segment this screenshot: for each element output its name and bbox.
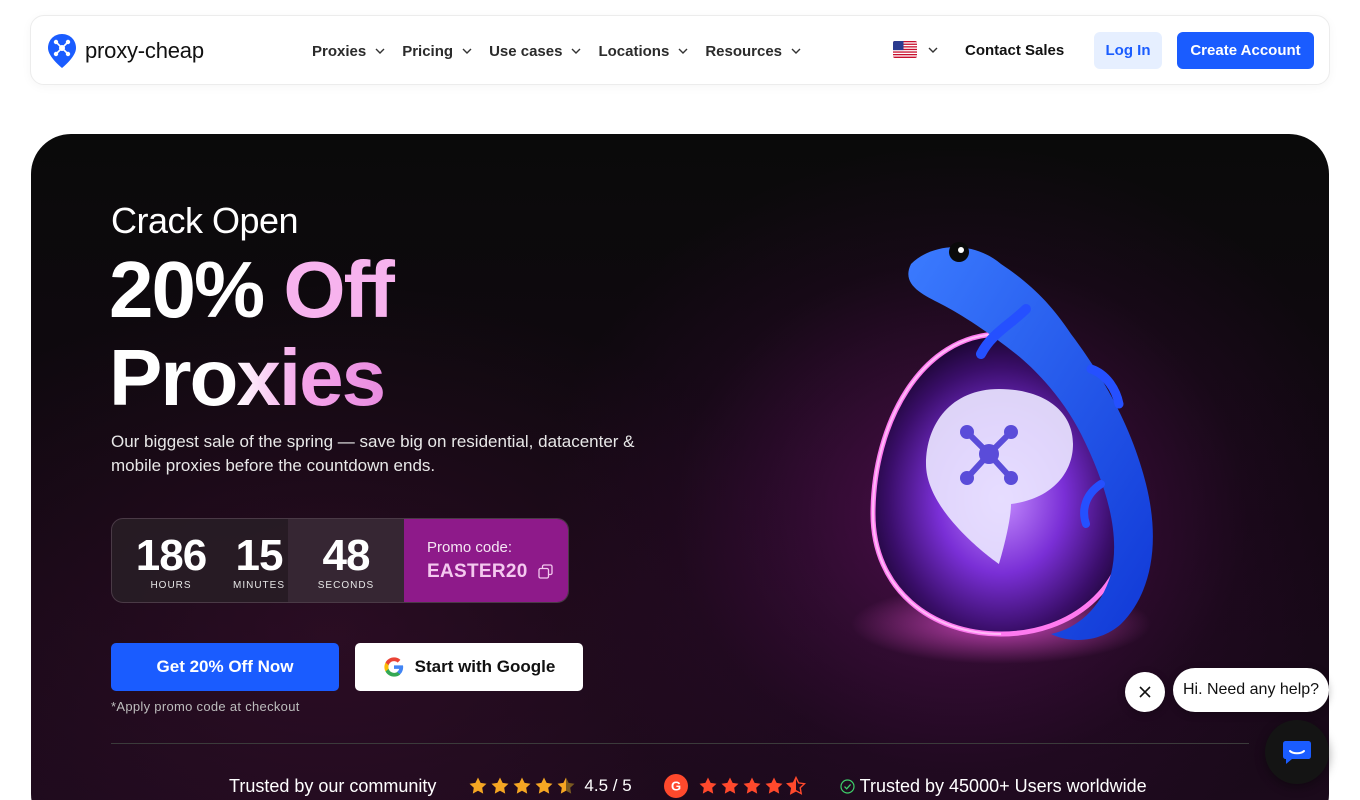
- menu-use-cases[interactable]: Use cases: [489, 43, 582, 60]
- trust-community-text: Trusted by our community: [229, 775, 437, 796]
- star-icon: [721, 777, 739, 794]
- chat-dismiss-button[interactable]: [1125, 672, 1165, 712]
- countdown-minutes-label: MINUTES: [233, 580, 285, 591]
- close-icon: [1139, 686, 1151, 698]
- countdown-hours-value: 186: [135, 531, 207, 580]
- countdown-minutes: 15 MINUTES: [230, 519, 288, 602]
- menu-pricing[interactable]: Pricing: [402, 43, 473, 60]
- hero-headline: 20% Off Proxies: [109, 245, 395, 422]
- divider: [111, 743, 1249, 744]
- countdown-seconds: 48 SECONDS: [288, 519, 404, 602]
- promo-label: Promo code:: [427, 538, 513, 556]
- language-selector[interactable]: [893, 41, 939, 58]
- menu-resources[interactable]: Resources: [705, 43, 802, 60]
- star-icon: [491, 777, 509, 794]
- create-account-button[interactable]: Create Account: [1177, 32, 1314, 69]
- proxy-cheap-logo-icon: [48, 34, 76, 68]
- countdown-timer: 186 HOURS 15 MINUTES 48 SECONDS Promo co…: [111, 518, 569, 603]
- countdown-minutes-value: 15: [235, 531, 284, 580]
- countdown-hours: 186 HOURS: [112, 519, 230, 602]
- login-button[interactable]: Log In: [1094, 32, 1162, 69]
- star-half-icon: [785, 776, 806, 795]
- g2-logo-icon: G: [663, 774, 688, 798]
- countdown-seconds-label: SECONDS: [317, 580, 375, 591]
- menu-label: Proxies: [312, 42, 367, 60]
- trusted-users-text: Trusted by 45000+ Users worldwide: [859, 775, 1147, 796]
- menu-locations[interactable]: Locations: [598, 43, 689, 60]
- star-icon: [765, 777, 783, 794]
- copy-icon[interactable]: [537, 564, 553, 579]
- rating-stars: [468, 776, 576, 796]
- top-navbar: proxy-cheap Proxies Pricing Use cases Lo…: [30, 15, 1330, 85]
- promo-code-value: EASTER20: [427, 560, 528, 582]
- chevron-down-icon: [678, 48, 688, 54]
- star-half-icon: [557, 777, 575, 794]
- countdown-hours-label: HOURS: [150, 580, 192, 591]
- rating-value: 4.5 / 5: [584, 776, 632, 795]
- menu-label: Use cases: [489, 42, 563, 60]
- svg-text:G: G: [671, 779, 681, 794]
- promo-code[interactable]: EASTER20: [427, 561, 568, 583]
- menu-label: Resources: [705, 42, 783, 60]
- star-icon: [535, 777, 553, 794]
- star-icon: [469, 777, 487, 794]
- lizard-egg-illustration: [851, 242, 1153, 664]
- chat-greeting-bubble[interactable]: Hi. Need any help?: [1173, 668, 1329, 712]
- headline-proxies: Proxies: [109, 333, 386, 422]
- chevron-down-icon: [375, 48, 385, 54]
- chat-icon: [1283, 741, 1311, 764]
- star-icon: [743, 777, 761, 794]
- chat-launcher-button[interactable]: [1265, 720, 1329, 784]
- headline-percent: 20%: [109, 245, 265, 334]
- main-menu: Proxies Pricing Use cases Locations Reso…: [312, 16, 802, 86]
- apply-note: *Apply promo code at checkout: [111, 699, 300, 714]
- headline-off: Off: [283, 245, 395, 334]
- google-button-label: Start with Google: [414, 657, 556, 676]
- us-flag-icon: [893, 41, 917, 58]
- logo-text: proxy-cheap: [85, 38, 204, 63]
- promo-code-box[interactable]: Promo code: EASTER20: [404, 519, 568, 602]
- star-icon: [699, 777, 717, 794]
- hero-description: Our biggest sale of the spring — save bi…: [111, 432, 635, 475]
- menu-label: Locations: [598, 42, 670, 60]
- g2-rating-stars: [698, 776, 806, 796]
- chevron-down-icon: [791, 48, 801, 54]
- menu-proxies[interactable]: Proxies: [312, 43, 386, 60]
- chevron-down-icon: [462, 48, 472, 54]
- countdown-seconds-value: 48: [322, 531, 371, 580]
- check-circle-icon: [840, 778, 855, 794]
- trust-bar: Trusted by our community 4.5 / 5 G Trust…: [229, 774, 1147, 798]
- get-discount-button[interactable]: Get 20% Off Now: [111, 643, 339, 691]
- contact-sales-link[interactable]: Contact Sales: [965, 41, 1064, 61]
- menu-label: Pricing: [402, 42, 454, 60]
- hero-eyebrow: Crack Open: [111, 200, 299, 241]
- chevron-down-icon: [928, 47, 938, 53]
- logo[interactable]: proxy-cheap: [47, 32, 204, 70]
- chevron-down-icon: [571, 48, 581, 54]
- google-icon: [384, 657, 403, 677]
- star-icon: [513, 777, 531, 794]
- start-with-google-button[interactable]: Start with Google: [355, 643, 583, 691]
